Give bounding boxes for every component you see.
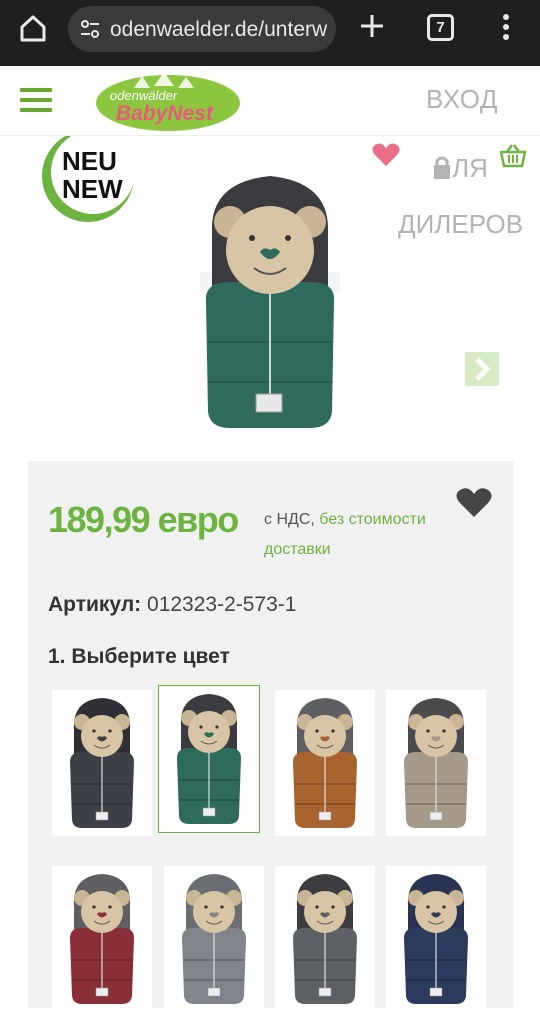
article-number: Артикул: 012323-2-573-1 xyxy=(48,593,296,617)
swatch-image xyxy=(404,698,468,828)
menu-icon[interactable] xyxy=(20,88,52,112)
swatch-image xyxy=(404,874,468,1004)
url-text: odenwaelder.de/unterw xyxy=(110,18,328,41)
choose-color-heading: 1. Выберите цвет xyxy=(48,645,230,668)
color-swatch-green[interactable] xyxy=(158,685,260,833)
next-image-button[interactable] xyxy=(465,352,499,386)
svg-text:NEW: NEW xyxy=(62,174,123,204)
site-settings-icon[interactable] xyxy=(80,19,100,39)
product-image[interactable] xyxy=(190,172,350,432)
tax-prefix: с НДС, xyxy=(264,511,315,528)
swatch-image xyxy=(293,698,357,828)
color-swatch-brown[interactable] xyxy=(275,690,375,836)
new-tab-icon[interactable] xyxy=(358,12,386,40)
svg-text:BabyNest: BabyNest xyxy=(116,102,214,125)
color-swatch-red[interactable] xyxy=(52,866,152,1012)
swatch-image xyxy=(293,874,357,1004)
wishlist-heart-icon[interactable] xyxy=(372,142,400,168)
swatch-image xyxy=(70,874,134,1004)
color-swatch-beige[interactable] xyxy=(386,690,486,836)
basket-icon[interactable] xyxy=(500,144,526,168)
product-gallery: NEU NEW ЛЯ ДИЛЕРОВ xyxy=(0,136,540,451)
svg-text:odenwälder: odenwälder xyxy=(110,88,178,103)
browser-toolbar: odenwaelder.de/unterw 7 xyxy=(0,0,540,66)
chevron-right-icon xyxy=(475,357,491,381)
article-value: 012323-2-573-1 xyxy=(147,593,297,616)
swatch-image xyxy=(177,694,241,824)
tab-switcher-button[interactable]: 7 xyxy=(427,14,454,41)
svg-text:NEU: NEU xyxy=(62,146,117,176)
site-logo[interactable]: odenwälder BabyNest xyxy=(94,70,250,132)
product-info-panel: 189,99 евро с НДС, без стоимости доставк… xyxy=(28,461,513,1012)
login-link[interactable]: ВХОД xyxy=(426,84,498,115)
color-swatch-anthracite[interactable] xyxy=(52,690,152,836)
tax-note: с НДС, без стоимости доставки xyxy=(264,505,454,565)
dealer-label-part2: ДИЛЕРОВ xyxy=(398,209,524,239)
address-bar[interactable]: odenwaelder.de/unterw xyxy=(68,6,336,52)
color-swatch-grey[interactable] xyxy=(164,866,264,1012)
color-swatch-navy[interactable] xyxy=(386,866,486,1012)
site-header: odenwälder BabyNest ВХОД xyxy=(0,66,540,136)
wishlist-heart-icon[interactable] xyxy=(456,487,492,519)
home-icon[interactable] xyxy=(18,13,48,43)
product-price: 189,99 евро xyxy=(48,499,239,540)
color-swatch-dark-grey[interactable] xyxy=(275,866,375,1012)
lock-icon xyxy=(434,156,450,179)
more-menu-icon[interactable] xyxy=(496,12,516,42)
new-badge: NEU NEW xyxy=(42,136,135,222)
article-label: Артикул: xyxy=(48,593,142,616)
swatch-image xyxy=(70,698,134,828)
swatch-image xyxy=(182,874,246,1004)
dealer-label-part1: ЛЯ xyxy=(452,153,488,183)
